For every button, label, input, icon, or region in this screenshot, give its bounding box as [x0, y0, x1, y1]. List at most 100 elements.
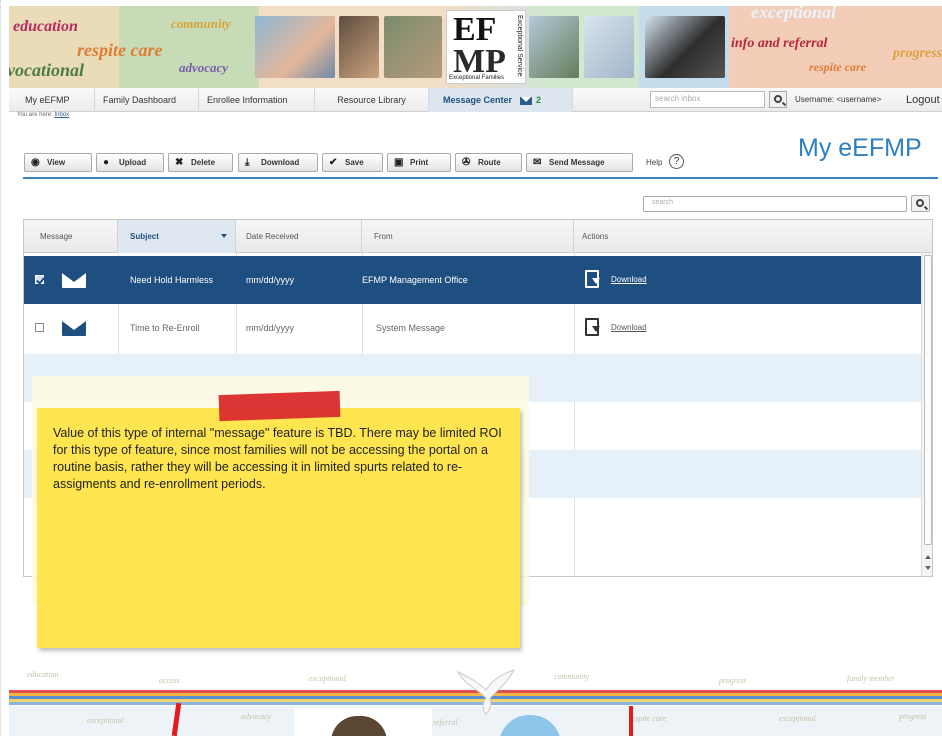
footer-word: exceptional [309, 674, 346, 683]
search-inbox-button[interactable] [769, 91, 787, 108]
row-date: mm/dd/yyyy [246, 323, 295, 333]
scroll-down-icon[interactable] [925, 566, 931, 570]
view-button-label: View [47, 158, 66, 167]
envelope-icon [520, 96, 533, 105]
banner-photo [384, 16, 442, 78]
route-button-label: Route [478, 158, 501, 167]
column-header-from[interactable]: From [362, 220, 574, 253]
username-label: Username: <username> [795, 95, 882, 104]
row-checkbox[interactable] [35, 275, 44, 284]
table-row[interactable]: Time to Re-Enroll mm/dd/yyyy System Mess… [24, 304, 921, 352]
grid-search-input[interactable]: search [643, 196, 907, 212]
banner-word: respite care [77, 40, 163, 60]
eagle-icon [456, 669, 515, 715]
envelope-icon: ✉ [533, 157, 542, 168]
banner-word: education [13, 18, 78, 35]
column-header-message[interactable]: Message [24, 220, 118, 253]
upload-icon: ● [103, 157, 110, 168]
delete-icon: ✖ [175, 157, 184, 168]
tape-strip [218, 390, 341, 422]
route-button[interactable]: ✇ Route [455, 153, 522, 172]
search-inbox-input[interactable]: search inbox [650, 91, 765, 108]
page-title: My eEFMP [798, 134, 922, 162]
grid-header: Message Subject Date Received From Actio… [24, 220, 932, 253]
checkmark-icon: ✔ [329, 157, 338, 168]
nav-enrollee-information[interactable]: Enrollee Information [199, 88, 315, 112]
banner-photo [339, 16, 379, 78]
grid-search-button[interactable] [911, 195, 930, 212]
nav-message-center[interactable]: Message Center 2 [429, 88, 573, 112]
message-count-badge: 2 [536, 95, 542, 105]
view-button[interactable]: ◉ View [24, 153, 92, 172]
row-download-link[interactable]: Download [611, 256, 647, 304]
table-row[interactable]: Need Hold Harmless mm/dd/yyyy EFMP Manag… [24, 256, 921, 304]
column-header-subject[interactable]: Subject [118, 220, 236, 253]
header-banner: education community respite care advocac… [9, 6, 942, 88]
footer-word: progress [719, 676, 747, 685]
print-button-label: Print [410, 158, 429, 167]
banner-word: info and referral [731, 36, 828, 51]
banner-word: advocacy [179, 60, 229, 75]
download-file-icon[interactable] [585, 270, 600, 288]
efmp-logo: EF MP Exceptional Service Exceptional Fa… [446, 10, 526, 84]
footer-word: community [554, 672, 590, 681]
banner-photo [529, 16, 579, 78]
banner-photo [255, 16, 335, 78]
sort-down-icon [221, 234, 227, 238]
banner-word: community [171, 16, 231, 31]
nav-family-dashboard[interactable]: Family Dashboard [95, 88, 199, 112]
envelope-icon [62, 273, 86, 288]
logo-caption: Exceptional Families [449, 75, 505, 81]
eye-icon: ◉ [31, 157, 40, 168]
logo-letters-top: EF [453, 11, 497, 48]
row-download-link[interactable]: Download [611, 304, 647, 352]
footer-word: progress [899, 712, 927, 721]
grid-scrollbar[interactable] [921, 253, 932, 576]
help-icon[interactable]: ? [669, 154, 684, 169]
breadcrumb-link-inbox[interactable]: Inbox [54, 112, 69, 118]
page: education community respite care advocac… [0, 0, 942, 736]
column-header-actions: Actions [582, 232, 609, 241]
nav-resource-library[interactable]: Resource Library [315, 88, 429, 112]
logout-link[interactable]: Logout [906, 88, 940, 112]
nav-my-eefmp[interactable]: My eEFMP [17, 88, 95, 112]
column-header-subject-label: Subject [130, 232, 159, 241]
footer-word: exceptional [87, 716, 124, 725]
title-divider [23, 177, 938, 179]
send-message-button-label: Send Message [549, 158, 605, 167]
footer-word: respite care [629, 714, 667, 723]
column-header-date-received[interactable]: Date Received [236, 220, 362, 253]
download-icon: ⤓ [245, 157, 250, 168]
row-subject[interactable]: Need Hold Harmless [120, 256, 213, 304]
row-from: System Message [376, 323, 446, 333]
scroll-up-icon[interactable] [925, 555, 931, 559]
logo-side-text: Exceptional Service [516, 15, 523, 77]
save-button[interactable]: ✔ Save [322, 153, 383, 172]
footer-word: education [27, 670, 59, 679]
footer-word: access [159, 676, 180, 685]
envelope-icon [62, 321, 86, 336]
download-button-label: Download [261, 158, 300, 167]
search-icon [916, 199, 924, 207]
banner-word: vocational [9, 60, 84, 80]
banner-word: progress [893, 46, 942, 61]
download-button[interactable]: ⤓ Download [238, 153, 318, 172]
upload-button-label: Upload [119, 158, 147, 167]
print-button[interactable]: ▣ Print [387, 153, 451, 172]
delete-button[interactable]: ✖ Delete [168, 153, 233, 172]
row-checkbox[interactable] [35, 323, 44, 332]
scrollbar-thumb[interactable] [924, 255, 932, 545]
breadcrumb-prefix: You are here: [17, 112, 53, 118]
save-button-label: Save [345, 158, 364, 167]
main-nav: My eEFMP Family Dashboard Enrollee Infor… [9, 88, 942, 112]
send-message-button[interactable]: ✉ Send Message [526, 153, 633, 172]
red-annotation-mark [629, 706, 633, 736]
footer-word: referral [433, 718, 458, 727]
sticky-note-text: Value of this type of internal "message"… [53, 426, 502, 491]
logo-letters-bottom: MP [453, 43, 506, 80]
upload-button[interactable]: ● Upload [96, 153, 164, 172]
download-file-icon[interactable] [585, 318, 600, 336]
nav-message-center-label: Message Center [443, 95, 513, 105]
row-subject[interactable]: Time to Re-Enroll [120, 304, 200, 352]
help-label[interactable]: Help [646, 155, 662, 171]
